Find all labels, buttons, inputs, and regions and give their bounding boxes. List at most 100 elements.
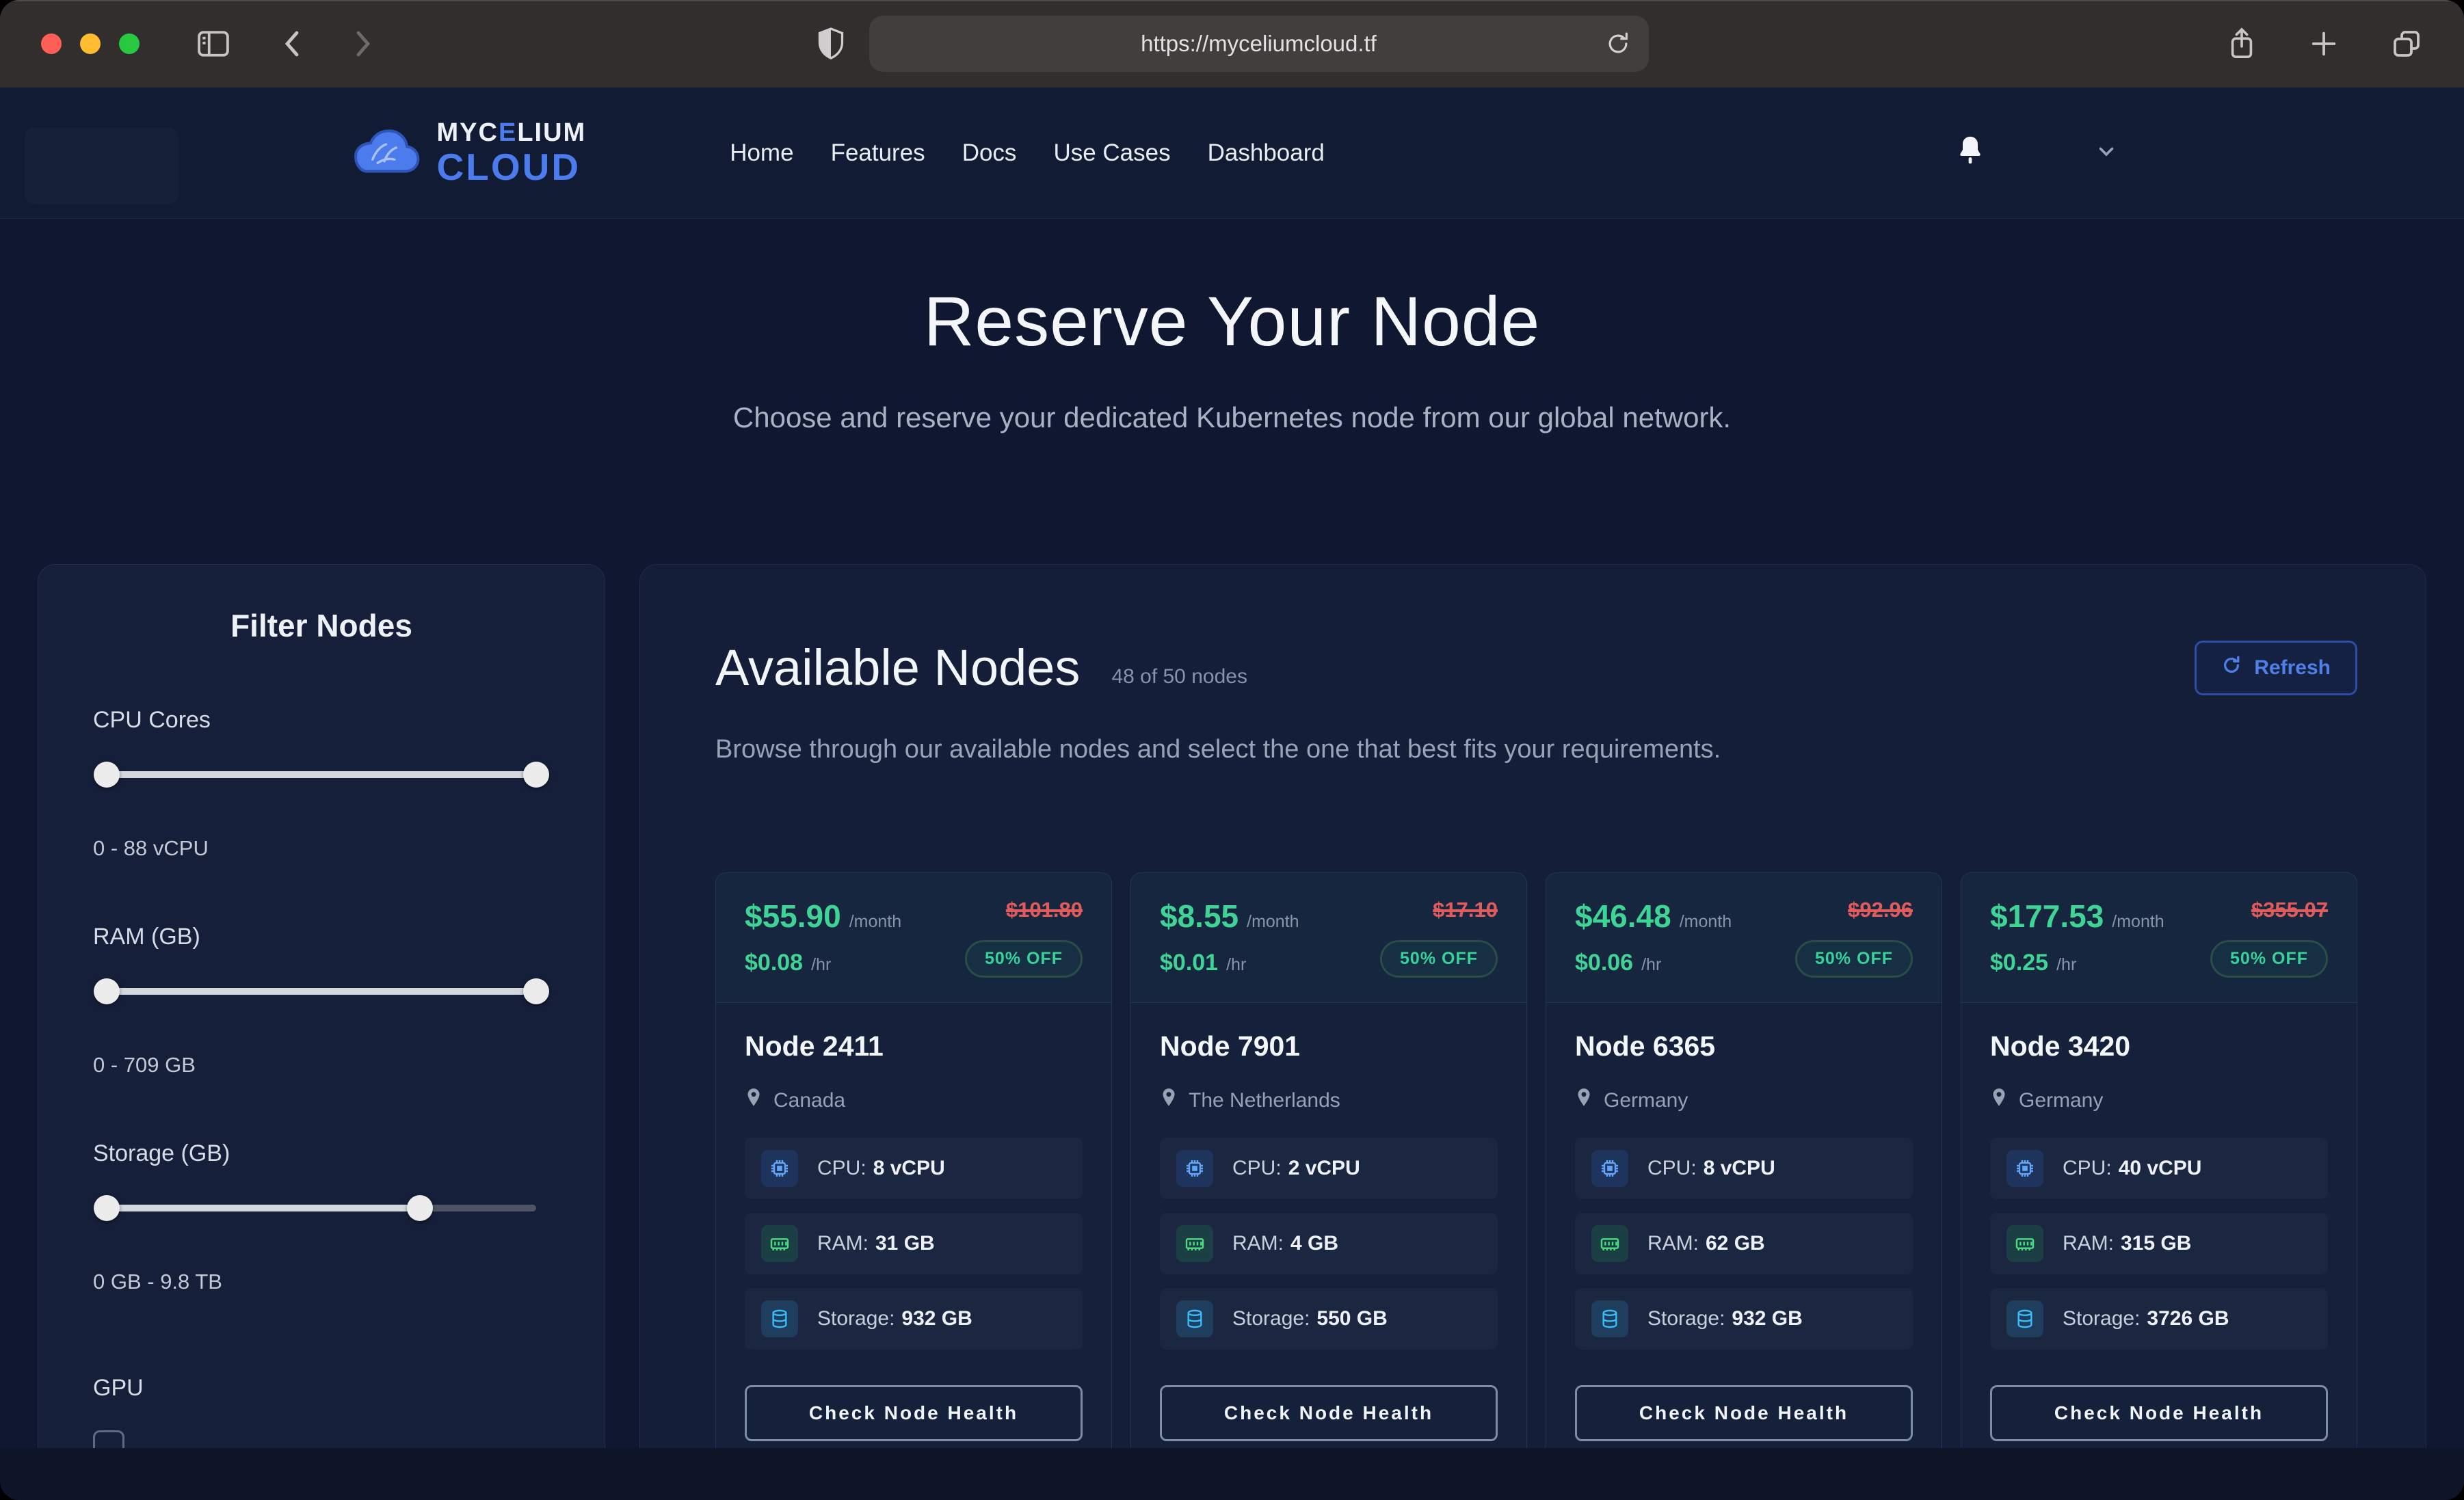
brand-name-top: MYCELIUM <box>437 120 587 146</box>
tab-overview-icon[interactable] <box>2390 27 2423 60</box>
monthly-price: $177.53 <box>1990 898 2104 935</box>
location-pin-icon <box>745 1087 763 1114</box>
storage-slider[interactable] <box>93 1194 550 1222</box>
cpu-range-text: 0 - 88 vCPU <box>93 836 550 861</box>
filter-title: Filter Nodes <box>93 607 550 644</box>
card-price-header: $55.90/month $0.08/hr $101.80 50% OFF <box>716 873 1111 1003</box>
storage-icon <box>761 1300 798 1337</box>
hourly-price: $0.25 <box>1990 950 2048 976</box>
storage-slider-min-handle[interactable] <box>94 1195 120 1221</box>
url-text: https://myceliumcloud.tf <box>1141 31 1377 57</box>
nav-link-home[interactable]: Home <box>730 139 793 167</box>
ram-slider-min-handle[interactable] <box>94 978 120 1004</box>
bottom-band <box>0 1448 2464 1500</box>
storage-icon <box>1591 1300 1628 1337</box>
hourly-price: $0.01 <box>1160 950 1218 976</box>
panel-subtitle: Browse through our available nodes and s… <box>715 735 2357 764</box>
page-subtitle: Choose and reserve your dedicated Kubern… <box>0 401 2464 434</box>
node-location: Canada <box>773 1089 845 1112</box>
cpu-label: CPU: <box>1647 1157 1697 1179</box>
original-price: $101.80 <box>965 898 1083 922</box>
node-card: $55.90/month $0.08/hr $101.80 50% OFF No… <box>715 872 1112 1469</box>
ram-label: RAM: <box>1647 1232 1699 1255</box>
privacy-shield-icon[interactable] <box>816 26 846 62</box>
monthly-price: $46.48 <box>1575 898 1671 935</box>
check-node-health-button[interactable]: Check Node Health <box>1575 1385 1913 1441</box>
check-node-health-button[interactable]: Check Node Health <box>745 1385 1083 1441</box>
cpu-slider-min-handle[interactable] <box>94 762 120 788</box>
check-node-health-button[interactable]: Check Node Health <box>1990 1385 2328 1441</box>
share-icon[interactable] <box>2226 25 2257 62</box>
cpu-filter-label: CPU Cores <box>93 707 550 734</box>
minimize-window-button[interactable] <box>80 34 101 54</box>
cpu-filter-section: CPU Cores 0 - 88 vCPU <box>93 707 550 861</box>
ram-value: 4 GB <box>1290 1232 1338 1255</box>
storage-filter-section: Storage (GB) 0 GB - 9.8 TB <box>93 1140 550 1294</box>
node-name: Node 6365 <box>1575 1030 1913 1062</box>
cpu-cores-slider[interactable] <box>93 761 550 788</box>
discount-badge: 50% OFF <box>1380 940 1498 978</box>
storage-spec-row: Storage:932 GB <box>1575 1288 1913 1350</box>
page-title: Reserve Your Node <box>0 282 2464 362</box>
ram-spec-row: RAM: 62 GB <box>1575 1213 1913 1274</box>
address-bar[interactable]: https://myceliumcloud.tf <box>869 16 1649 72</box>
ram-value: 62 GB <box>1706 1232 1765 1255</box>
storage-spec-row: Storage:932 GB <box>745 1288 1083 1350</box>
ram-spec-row: RAM: 4 GB <box>1160 1213 1498 1274</box>
cpu-slider-max-handle[interactable] <box>523 762 549 788</box>
check-node-health-button[interactable]: Check Node Health <box>1160 1385 1498 1441</box>
ram-slider[interactable] <box>93 978 550 1005</box>
discount-badge: 50% OFF <box>1795 940 1913 978</box>
nav-link-use-cases[interactable]: Use Cases <box>1053 139 1170 167</box>
forward-button-icon[interactable] <box>349 27 376 60</box>
discount-badge: 50% OFF <box>965 940 1083 978</box>
node-card: $177.53/month $0.25/hr $355.07 50% OFF N… <box>1961 872 2357 1469</box>
refresh-label: Refresh <box>2254 656 2331 680</box>
node-cards-row: $55.90/month $0.08/hr $101.80 50% OFF No… <box>715 872 2357 1469</box>
back-button-icon[interactable] <box>279 27 306 60</box>
site-navbar: MYCELIUM CLOUD Home Features Docs Use Ca… <box>0 88 2464 219</box>
location-pin-icon <box>1160 1087 1178 1114</box>
ram-filter-label: RAM (GB) <box>93 924 550 950</box>
storage-value: 3726 GB <box>2147 1307 2229 1330</box>
monthly-unit: /month <box>849 912 901 932</box>
ram-icon <box>1591 1225 1628 1262</box>
node-location: Germany <box>2019 1089 2103 1112</box>
nav-link-dashboard[interactable]: Dashboard <box>1208 139 1325 167</box>
nav-link-docs[interactable]: Docs <box>962 139 1017 167</box>
filter-panel: Filter Nodes CPU Cores 0 - 88 vCPU RAM (… <box>38 564 605 1466</box>
reload-icon[interactable] <box>1605 31 1631 57</box>
zoom-window-button[interactable] <box>119 34 140 54</box>
card-price-header: $177.53/month $0.25/hr $355.07 50% OFF <box>1961 873 2357 1003</box>
node-name: Node 2411 <box>745 1030 1083 1062</box>
monthly-unit: /month <box>2112 912 2164 932</box>
hourly-price: $0.06 <box>1575 950 1633 976</box>
storage-spec-row: Storage:3726 GB <box>1990 1288 2328 1350</box>
close-window-button[interactable] <box>41 34 62 54</box>
ram-slider-max-handle[interactable] <box>523 978 549 1004</box>
cpu-icon <box>2006 1150 2043 1187</box>
nav-link-features[interactable]: Features <box>831 139 925 167</box>
new-tab-icon[interactable] <box>2308 28 2340 59</box>
chevron-down-icon[interactable] <box>2095 139 2118 166</box>
ram-range-text: 0 - 709 GB <box>93 1053 550 1077</box>
monthly-unit: /month <box>1247 912 1299 932</box>
notification-bell-icon[interactable] <box>1955 134 1985 172</box>
brand-logo[interactable]: MYCELIUM CLOUD <box>347 120 587 186</box>
refresh-button[interactable]: Refresh <box>2195 641 2357 695</box>
ram-icon <box>2006 1225 2043 1262</box>
storage-spec-row: Storage:550 GB <box>1160 1288 1498 1350</box>
node-location: Germany <box>1604 1089 1688 1112</box>
browser-toolbar: https://myceliumcloud.tf <box>0 0 2464 88</box>
ram-value: 31 GB <box>875 1232 935 1255</box>
original-price: $17.10 <box>1380 898 1498 922</box>
cpu-icon <box>761 1150 798 1187</box>
sidebar-toggle-icon[interactable] <box>196 28 231 59</box>
storage-slider-max-handle[interactable] <box>407 1195 433 1221</box>
cpu-value: 2 vCPU <box>1288 1157 1360 1179</box>
ram-label: RAM: <box>1232 1232 1284 1255</box>
nav-placeholder-box <box>25 127 178 204</box>
node-name: Node 7901 <box>1160 1030 1498 1062</box>
nav-links: Home Features Docs Use Cases Dashboard <box>730 139 1325 167</box>
hourly-unit: /hr <box>1641 955 1661 975</box>
